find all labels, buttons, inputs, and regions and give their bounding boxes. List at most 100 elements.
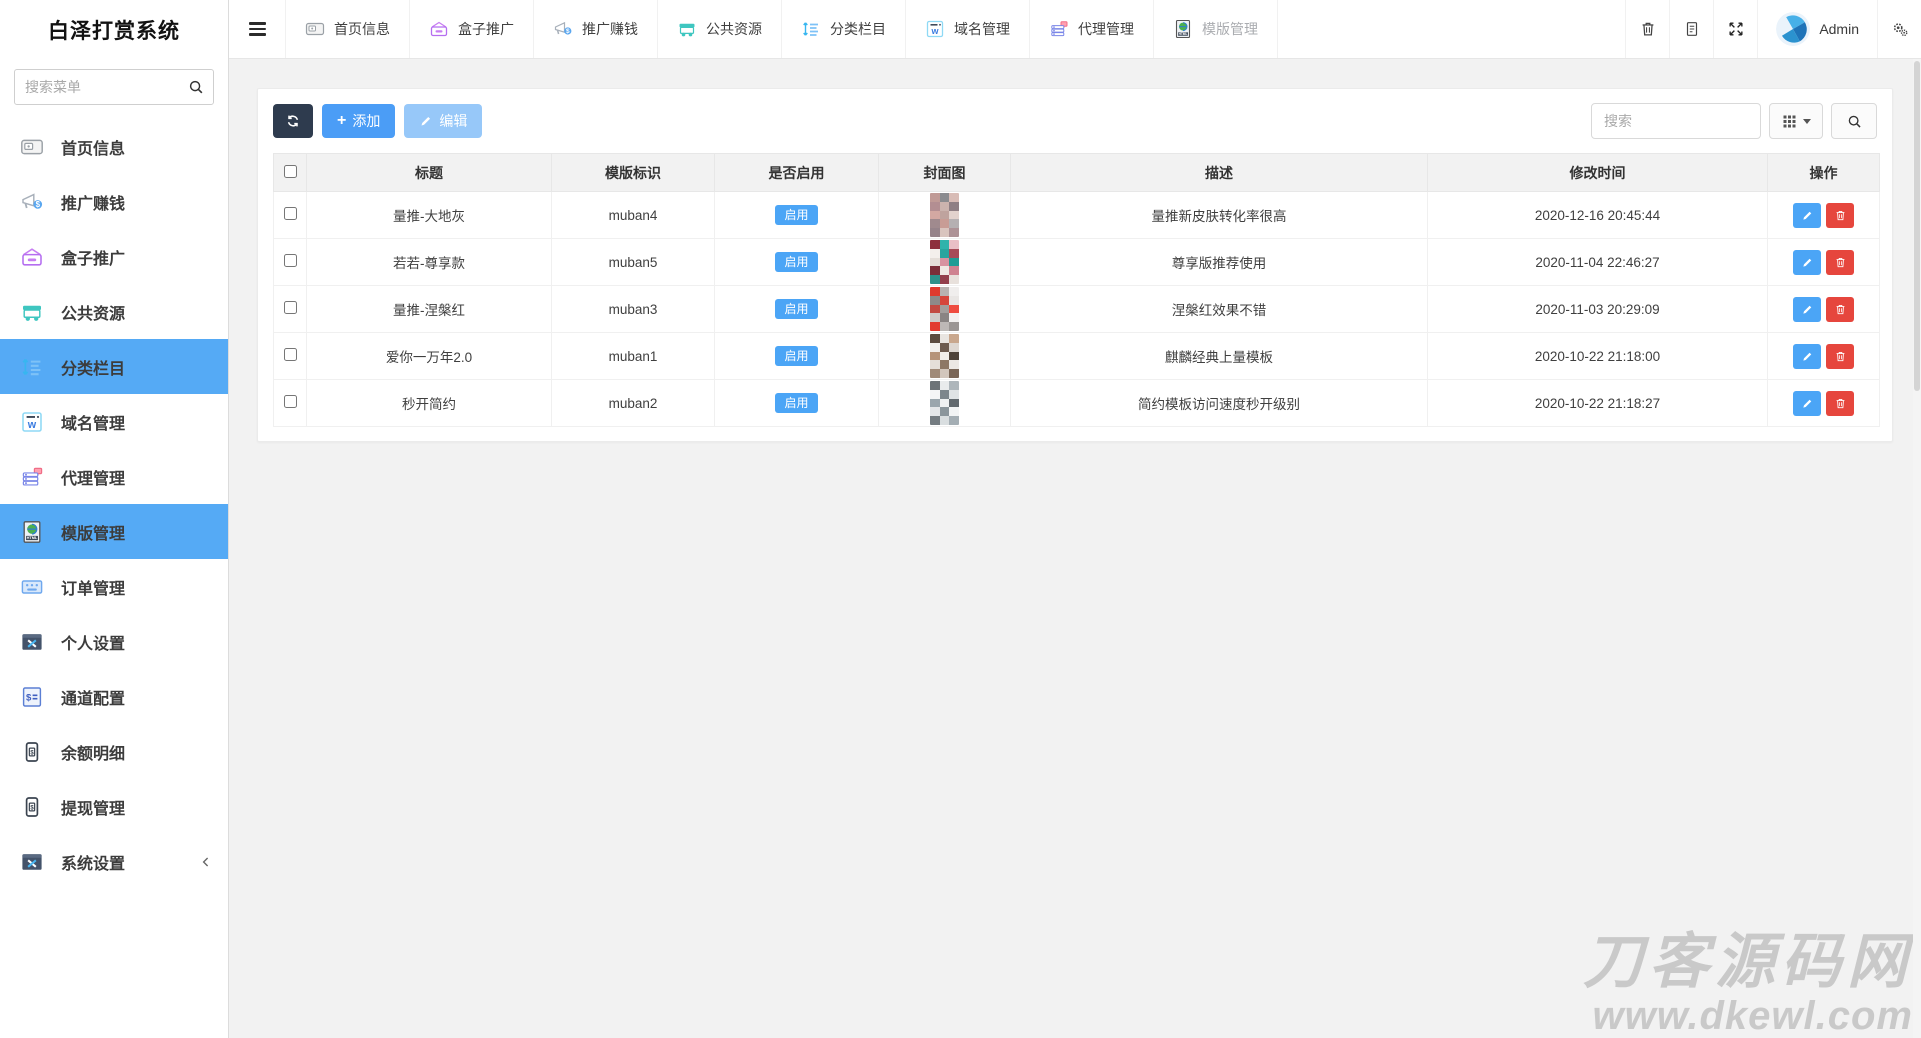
trash-icon <box>1834 397 1847 410</box>
status-badge: 启用 <box>775 346 817 366</box>
col-desc: 描述 <box>1011 154 1428 192</box>
sidebar-item-domain-manage[interactable]: 域名管理 <box>0 394 228 449</box>
fullscreen-button[interactable] <box>1713 0 1757 58</box>
row-delete-button[interactable] <box>1826 203 1854 228</box>
row-checkbox[interactable] <box>284 254 297 267</box>
status-badge: 启用 <box>775 252 817 272</box>
tab-label: 盒子推广 <box>458 19 514 39</box>
watermark-line1: 刀客源码网 <box>1583 932 1913 992</box>
add-button[interactable]: +添加 <box>322 104 395 138</box>
sidebar-item-agent-manage[interactable]: 代理管理 <box>0 449 228 504</box>
tab-promote-earn[interactable]: 推广赚钱 <box>534 0 658 58</box>
settings-button[interactable] <box>1877 0 1921 58</box>
edit-button[interactable]: 编辑 <box>404 104 482 138</box>
row-edit-button[interactable] <box>1793 250 1821 275</box>
status-badge: 启用 <box>775 205 817 225</box>
template-html-icon <box>1173 19 1193 39</box>
domain-icon <box>925 19 945 39</box>
sidebar-item-public-resources[interactable]: 公共资源 <box>0 284 228 339</box>
tab-public-resources[interactable]: 公共资源 <box>658 0 782 58</box>
row-delete-button[interactable] <box>1826 250 1854 275</box>
sidebar-item-label: 代理管理 <box>61 465 125 489</box>
search-icon <box>1846 113 1863 130</box>
trash-icon <box>1639 20 1657 38</box>
cell-title: 若若-尊享款 <box>307 239 552 286</box>
user-menu[interactable]: Admin <box>1757 0 1877 58</box>
sidebar-item-label: 余额明细 <box>61 740 125 764</box>
select-all-checkbox[interactable] <box>284 165 297 178</box>
table-row: 量推-大地灰 muban4 启用 量推新皮肤转化率很高 2020-12-16 2… <box>274 192 1880 239</box>
cell-time: 2020-10-22 21:18:27 <box>1428 380 1768 427</box>
tab-domain-manage[interactable]: 域名管理 <box>906 0 1030 58</box>
table-row: 爱你一万年2.0 muban1 启用 麒麟经典上量模板 2020-10-22 2… <box>274 333 1880 380</box>
domain-icon <box>20 410 44 434</box>
tab-label: 分类栏目 <box>830 19 886 39</box>
tab-box-promote[interactable]: 盒子推广 <box>410 0 534 58</box>
box-icon <box>20 245 44 269</box>
sidebar-search-input[interactable] <box>14 69 214 105</box>
cover-thumbnail <box>930 287 959 331</box>
tab-agent-manage[interactable]: 代理管理 <box>1030 0 1154 58</box>
row-delete-button[interactable] <box>1826 297 1854 322</box>
document-button[interactable] <box>1669 0 1713 58</box>
tab-label: 推广赚钱 <box>582 19 638 39</box>
row-delete-button[interactable] <box>1826 391 1854 416</box>
sidebar: 白泽打赏系统 首页信息 推广赚钱 盒子推广 公共资源 分类栏目 域名管理 <box>0 0 229 1038</box>
cell-desc: 简约模板访问速度秒开级别 <box>1011 380 1428 427</box>
sidebar-item-template-manage[interactable]: 模版管理 <box>0 504 228 559</box>
page-scrollbar[interactable] <box>1913 59 1921 1038</box>
avatar <box>1776 12 1810 46</box>
row-checkbox[interactable] <box>284 395 297 408</box>
scrollbar-thumb[interactable] <box>1914 61 1920 391</box>
megaphone-icon <box>20 190 44 214</box>
sidebar-item-withdraw-manage[interactable]: 提现管理 <box>0 779 228 834</box>
sidebar-item-profile-settings[interactable]: 个人设置 <box>0 614 228 669</box>
sidebar-item-label: 系统设置 <box>61 850 125 874</box>
row-edit-button[interactable] <box>1793 297 1821 322</box>
cover-thumbnail <box>930 381 959 425</box>
cell-time: 2020-11-03 20:29:09 <box>1428 286 1768 333</box>
sidebar-item-home-info[interactable]: 首页信息 <box>0 119 228 174</box>
cell-desc: 涅槃红效果不错 <box>1011 286 1428 333</box>
pencil-icon <box>1801 303 1814 316</box>
sidebar-item-label: 模版管理 <box>61 520 125 544</box>
table-header-row: 标题 模版标识 是否启用 封面图 描述 修改时间 操作 <box>274 154 1880 192</box>
row-delete-button[interactable] <box>1826 344 1854 369</box>
hamburger-menu-icon[interactable] <box>229 0 285 58</box>
row-checkbox[interactable] <box>284 301 297 314</box>
grid-icon <box>1782 114 1797 129</box>
order-keyboard-icon <box>20 575 44 599</box>
sidebar-item-promote-earn[interactable]: 推广赚钱 <box>0 174 228 229</box>
top-navbar: 首页信息 盒子推广 推广赚钱 公共资源 分类栏目 域名管理 代理管理 模版管理 <box>229 0 1921 59</box>
sidebar-item-system-settings[interactable]: 系统设置 <box>0 834 228 889</box>
table-search-button[interactable] <box>1831 103 1877 139</box>
row-edit-button[interactable] <box>1793 203 1821 228</box>
row-edit-button[interactable] <box>1793 391 1821 416</box>
row-checkbox[interactable] <box>284 207 297 220</box>
table-search-input[interactable] <box>1591 103 1761 139</box>
clear-cache-button[interactable] <box>1625 0 1669 58</box>
row-edit-button[interactable] <box>1793 344 1821 369</box>
templates-table: 标题 模版标识 是否启用 封面图 描述 修改时间 操作 量推-大地灰 muban… <box>273 153 1880 427</box>
withdraw-wallet-icon <box>20 795 44 819</box>
refresh-icon <box>285 113 301 129</box>
col-enabled: 是否启用 <box>715 154 879 192</box>
sidebar-item-categories[interactable]: 分类栏目 <box>0 339 228 394</box>
tab-categories[interactable]: 分类栏目 <box>782 0 906 58</box>
status-badge: 启用 <box>775 299 817 319</box>
tab-home-info[interactable]: 首页信息 <box>285 0 410 58</box>
sidebar-item-box-promote[interactable]: 盒子推广 <box>0 229 228 284</box>
sidebar-item-balance-detail[interactable]: 余额明细 <box>0 724 228 779</box>
sidebar-item-channel-config[interactable]: 通道配置 <box>0 669 228 724</box>
sidebar-item-order-manage[interactable]: 订单管理 <box>0 559 228 614</box>
channel-dollar-icon <box>20 685 44 709</box>
home-card-icon <box>305 19 325 39</box>
row-checkbox[interactable] <box>284 348 297 361</box>
refresh-button[interactable] <box>273 104 313 138</box>
cell-desc: 量推新皮肤转化率很高 <box>1011 192 1428 239</box>
trash-icon <box>1834 303 1847 316</box>
system-tools-icon <box>20 850 44 874</box>
cover-thumbnail <box>930 334 959 378</box>
columns-dropdown-button[interactable] <box>1769 103 1823 139</box>
tab-template-manage[interactable]: 模版管理 <box>1154 0 1278 58</box>
